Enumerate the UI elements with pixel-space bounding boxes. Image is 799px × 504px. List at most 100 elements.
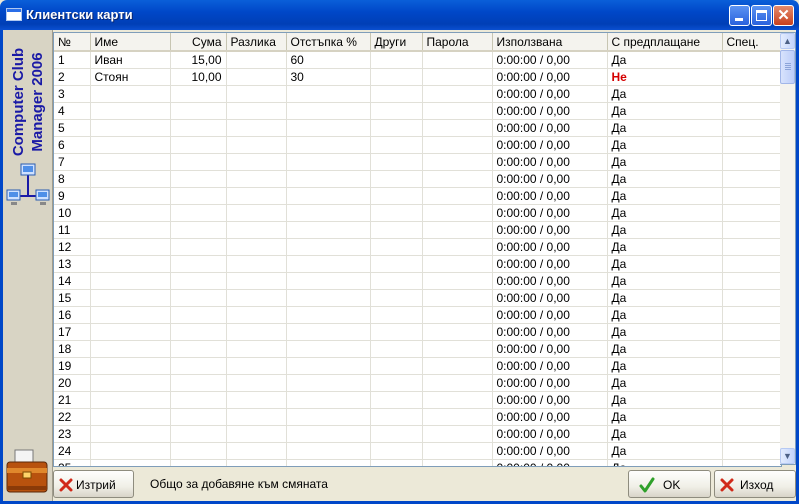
cell-name[interactable] (90, 442, 171, 460)
cell-number[interactable]: 14 (54, 272, 91, 290)
cell-number[interactable]: 13 (54, 255, 91, 273)
cell-used[interactable]: 0:00:00 / 0,00 (492, 136, 608, 154)
cell-discount[interactable] (286, 187, 371, 205)
cell-name[interactable] (90, 255, 171, 273)
table-row[interactable]: 9 0:00:00 / 0,00 Да (54, 187, 781, 205)
cell-amount[interactable] (170, 340, 227, 358)
client-cards-table[interactable]: № Име Сума Разлика Отстъпка % Други Паро… (53, 32, 782, 467)
cell-used[interactable]: 0:00:00 / 0,00 (492, 170, 608, 188)
cell-difference[interactable] (226, 340, 287, 358)
cell-number[interactable]: 8 (54, 170, 91, 188)
cell-discount[interactable] (286, 374, 371, 392)
cell-amount[interactable] (170, 170, 227, 188)
cell-amount[interactable] (170, 391, 227, 409)
cell-difference[interactable] (226, 459, 287, 466)
cell-amount[interactable]: 15,00 (170, 51, 227, 69)
cell-name[interactable] (90, 408, 171, 426)
cell-password[interactable] (422, 153, 493, 171)
cell-number[interactable]: 25 (54, 459, 91, 466)
cell-discount[interactable] (286, 306, 371, 324)
cell-prepaid[interactable]: Да (607, 255, 723, 273)
cell-used[interactable]: 0:00:00 / 0,00 (492, 221, 608, 239)
cell-other[interactable] (370, 306, 423, 324)
cell-used[interactable]: 0:00:00 / 0,00 (492, 238, 608, 256)
cell-other[interactable] (370, 391, 423, 409)
scroll-up-button[interactable]: ▲ (780, 33, 795, 49)
cell-number[interactable]: 7 (54, 153, 91, 171)
cell-name[interactable]: Иван (90, 51, 171, 69)
cell-used[interactable]: 0:00:00 / 0,00 (492, 374, 608, 392)
cell-name[interactable] (90, 170, 171, 188)
cell-difference[interactable] (226, 136, 287, 154)
cell-other[interactable] (370, 68, 423, 86)
cell-name[interactable] (90, 187, 171, 205)
cell-other[interactable] (370, 153, 423, 171)
cell-special[interactable] (722, 442, 781, 460)
cell-prepaid[interactable]: Да (607, 323, 723, 341)
table-row[interactable]: 20 0:00:00 / 0,00 Да (54, 374, 781, 392)
cell-name[interactable] (90, 391, 171, 409)
cell-special[interactable] (722, 51, 781, 69)
cell-difference[interactable] (226, 374, 287, 392)
cell-name[interactable]: Стоян (90, 68, 171, 86)
cell-amount[interactable] (170, 255, 227, 273)
cell-number[interactable]: 16 (54, 306, 91, 324)
cell-other[interactable] (370, 255, 423, 273)
cell-amount[interactable]: 10,00 (170, 68, 227, 86)
cell-special[interactable] (722, 221, 781, 239)
cell-difference[interactable] (226, 357, 287, 375)
cell-amount[interactable] (170, 204, 227, 222)
cell-special[interactable] (722, 357, 781, 375)
cell-password[interactable] (422, 51, 493, 69)
cell-other[interactable] (370, 187, 423, 205)
cell-number[interactable]: 18 (54, 340, 91, 358)
scroll-thumb[interactable] (780, 50, 795, 84)
table-row[interactable]: 10 0:00:00 / 0,00 Да (54, 204, 781, 222)
cell-special[interactable] (722, 85, 781, 103)
cell-used[interactable]: 0:00:00 / 0,00 (492, 85, 608, 103)
cell-used[interactable]: 0:00:00 / 0,00 (492, 442, 608, 460)
cell-prepaid[interactable]: Да (607, 221, 723, 239)
cell-difference[interactable] (226, 323, 287, 341)
cell-prepaid[interactable]: Да (607, 187, 723, 205)
cell-other[interactable] (370, 357, 423, 375)
table-row[interactable]: 6 0:00:00 / 0,00 Да (54, 136, 781, 154)
cell-password[interactable] (422, 221, 493, 239)
cell-password[interactable] (422, 289, 493, 307)
cell-special[interactable] (722, 391, 781, 409)
table-row[interactable]: 7 0:00:00 / 0,00 Да (54, 153, 781, 171)
cell-number[interactable]: 17 (54, 323, 91, 341)
cell-number[interactable]: 12 (54, 238, 91, 256)
cell-used[interactable]: 0:00:00 / 0,00 (492, 153, 608, 171)
cell-amount[interactable] (170, 102, 227, 120)
cell-discount[interactable] (286, 323, 371, 341)
cell-number[interactable]: 6 (54, 136, 91, 154)
cell-special[interactable] (722, 238, 781, 256)
cell-amount[interactable] (170, 136, 227, 154)
cell-special[interactable] (722, 459, 781, 466)
cell-name[interactable] (90, 221, 171, 239)
cell-prepaid[interactable]: Да (607, 357, 723, 375)
table-row[interactable]: 19 0:00:00 / 0,00 Да (54, 357, 781, 375)
cell-prepaid[interactable]: Не (607, 68, 723, 86)
cell-used[interactable]: 0:00:00 / 0,00 (492, 425, 608, 443)
cell-number[interactable]: 9 (54, 187, 91, 205)
cell-number[interactable]: 4 (54, 102, 91, 120)
table-row[interactable]: 25 0:00:00 / 0,00Да (54, 459, 781, 466)
cell-name[interactable] (90, 340, 171, 358)
table-row[interactable]: 22 0:00:00 / 0,00 Да (54, 408, 781, 426)
cell-other[interactable] (370, 272, 423, 290)
cell-password[interactable] (422, 85, 493, 103)
cell-number[interactable]: 15 (54, 289, 91, 307)
cell-difference[interactable] (226, 85, 287, 103)
cell-password[interactable] (422, 187, 493, 205)
cell-amount[interactable] (170, 187, 227, 205)
minimize-button[interactable] (729, 5, 750, 26)
table-row[interactable]: 12 0:00:00 / 0,00 Да (54, 238, 781, 256)
cell-used[interactable]: 0:00:00 / 0,00 (492, 323, 608, 341)
cell-used[interactable]: 0:00:00 / 0,00 (492, 272, 608, 290)
cell-other[interactable] (370, 85, 423, 103)
cell-difference[interactable] (226, 68, 287, 86)
cell-difference[interactable] (226, 51, 287, 69)
cell-used[interactable]: 0:00:00 / 0,00 (492, 102, 608, 120)
